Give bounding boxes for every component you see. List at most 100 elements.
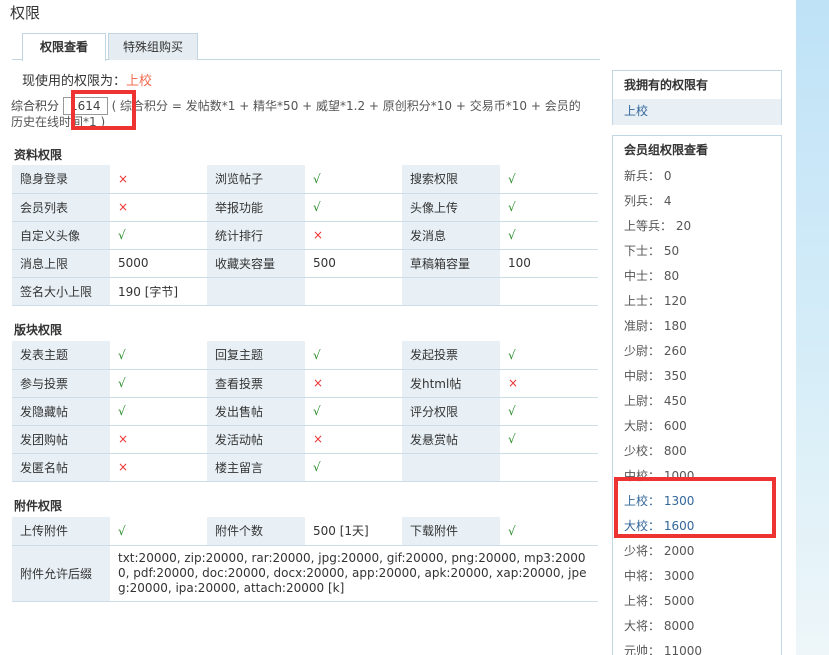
rank-separator: ：	[648, 619, 664, 633]
current-permission-value[interactable]: 上校	[126, 74, 152, 89]
rank-name: 下士	[624, 244, 649, 258]
permission-value: 500 [1天]	[305, 517, 402, 546]
rank-item[interactable]: 少将： 2000	[624, 542, 694, 559]
permission-label: 签名大小上限	[12, 277, 110, 306]
rank-name: 大尉	[624, 419, 649, 433]
rank-item[interactable]: 下士： 50	[624, 242, 679, 259]
rank-item[interactable]: 中士： 80	[624, 267, 679, 284]
rank-score: 1300	[663, 494, 695, 508]
rank-item[interactable]: 元帅： 11000	[624, 642, 702, 655]
permission-label: 回复主题	[207, 341, 305, 370]
page-background-edge	[796, 0, 829, 655]
permission-label: 会员列表	[12, 193, 110, 222]
permission-value	[305, 277, 402, 306]
permission-label: 楼主留言	[207, 453, 305, 482]
permission-label	[402, 277, 500, 306]
rank-item[interactable]: 大校： 1600	[624, 517, 694, 534]
cross-icon: ×	[305, 369, 402, 398]
rank-item[interactable]: 新兵： 0	[624, 167, 671, 184]
rank-separator: ：	[648, 594, 664, 608]
table-row: 参与投票 √ 查看投票 × 发html帖 ×	[12, 369, 598, 398]
permission-label: 发匿名帖	[12, 453, 110, 482]
rank-score: 50	[663, 244, 680, 258]
check-icon: √	[110, 369, 207, 398]
permission-label: 发消息	[402, 221, 500, 250]
rank-name: 中将	[624, 569, 649, 583]
permission-label: 发团购帖	[12, 425, 110, 454]
permission-label: 浏览帖子	[207, 165, 305, 194]
rank-item[interactable]: 少尉： 260	[624, 342, 687, 359]
permission-label: 下载附件	[402, 517, 500, 546]
permission-label: 隐身登录	[12, 165, 110, 194]
check-icon: √	[305, 341, 402, 370]
table-row: 附件允许后缀 txt:20000, zip:20000, rar:20000, …	[12, 545, 598, 602]
rank-score: 20	[675, 219, 692, 233]
rank-item[interactable]: 上校： 1300	[624, 492, 694, 509]
rank-name: 大将	[624, 619, 649, 633]
rank-separator: ：	[648, 244, 664, 258]
rank-separator: ：	[648, 519, 664, 533]
permission-value: 5000	[110, 249, 207, 278]
rank-item[interactable]: 上等兵： 20	[624, 217, 691, 234]
permission-label: 评分权限	[402, 397, 500, 426]
rank-separator: ：	[648, 319, 664, 333]
check-icon: √	[305, 165, 402, 194]
permission-label: 发隐藏帖	[12, 397, 110, 426]
rank-separator: ：	[648, 269, 664, 283]
group-permissions-title: 会员组权限查看	[624, 143, 709, 157]
rank-score: 350	[663, 369, 687, 383]
rank-item[interactable]: 中将： 3000	[624, 567, 694, 584]
owned-permissions-title: 我拥有的权限有	[624, 78, 709, 92]
cross-icon: ×	[110, 425, 207, 454]
rank-item[interactable]: 少校： 800	[624, 442, 687, 459]
rank-name: 中尉	[624, 369, 649, 383]
permission-label: 查看投票	[207, 369, 305, 398]
cross-icon: ×	[110, 165, 207, 194]
rank-item[interactable]: 上将： 5000	[624, 592, 694, 609]
permission-label: 草稿箱容量	[402, 249, 500, 278]
permission-value: 190 [字节]	[110, 277, 207, 306]
rank-item[interactable]: 上尉： 450	[624, 392, 687, 409]
check-icon: √	[500, 165, 598, 194]
rank-separator: ：	[648, 369, 664, 383]
section-title-data: 资料权限	[14, 148, 63, 162]
check-icon: √	[500, 397, 598, 426]
attach-permission-table: 上传附件 √ 附件个数 500 [1天] 下载附件 √ 附件允许后缀 txt:20000,…	[12, 517, 598, 602]
rank-name: 少尉	[624, 344, 649, 358]
rank-separator: ：	[648, 169, 664, 183]
table-row: 签名大小上限 190 [字节]	[12, 277, 598, 306]
rank-score: 450	[663, 394, 687, 408]
tab-bar: 权限查看 特殊组购买	[12, 33, 600, 61]
tab-view-permissions[interactable]: 权限查看	[22, 33, 106, 61]
rank-separator: ：	[648, 469, 664, 483]
rank-score: 5000	[663, 594, 695, 608]
rank-name: 上校	[624, 494, 649, 508]
tab-special-group-purchase[interactable]: 特殊组购买	[108, 33, 198, 60]
permission-label: 自定义头像	[12, 221, 110, 250]
rank-item[interactable]: 大尉： 600	[624, 417, 687, 434]
rank-score: 260	[663, 344, 687, 358]
check-icon: √	[110, 517, 207, 546]
rank-item[interactable]: 列兵： 4	[624, 192, 671, 209]
owned-permission-item[interactable]: 上校	[613, 99, 781, 125]
rank-item[interactable]: 中校： 1000	[624, 467, 694, 484]
rank-separator: ：	[648, 544, 664, 558]
score-label: 综合积分	[11, 99, 60, 113]
check-icon: √	[500, 517, 598, 546]
rank-item[interactable]: 中尉： 350	[624, 367, 687, 384]
group-permissions-panel: 会员组权限查看 新兵： 0 列兵： 4 上等兵： 20 下士： 50 中士： 80 上士：…	[612, 135, 782, 655]
rank-name: 上等兵	[624, 219, 661, 233]
rank-score: 4	[663, 194, 672, 208]
cross-icon: ×	[500, 369, 598, 398]
owned-permissions-panel: 我拥有的权限有 上校	[612, 70, 782, 125]
data-permission-table: 隐身登录 × 浏览帖子 √ 搜索权限 √ 会员列表 × 举报功能 √ 头像上传 √ 自定义头像 √ 统计排行…	[12, 165, 598, 306]
rank-separator: ：	[648, 444, 664, 458]
rank-name: 元帅	[624, 644, 649, 655]
rank-item[interactable]: 准尉： 180	[624, 317, 687, 334]
rank-item[interactable]: 上士： 120	[624, 292, 687, 309]
rank-score: 120	[663, 294, 687, 308]
rank-name: 上尉	[624, 394, 649, 408]
rank-item[interactable]: 大将： 8000	[624, 617, 694, 634]
table-row: 发团购帖 × 发活动帖 × 发悬赏帖 √	[12, 425, 598, 454]
attach-ext-label: 附件允许后缀	[12, 545, 110, 602]
